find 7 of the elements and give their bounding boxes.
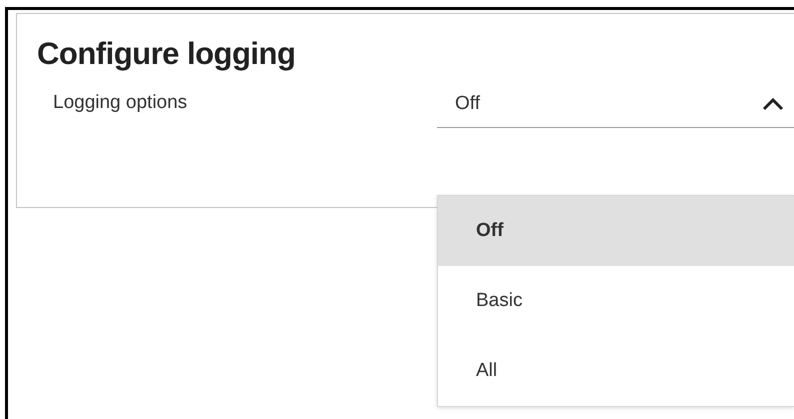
dropdown-option[interactable]: Off [438, 196, 794, 266]
chevron-up-icon [762, 97, 784, 111]
field-label: Logging options [53, 92, 188, 115]
panel-title: Configure logging [37, 36, 296, 72]
dropdown-option[interactable]: Basic [438, 266, 794, 336]
logging-select[interactable]: Off [437, 93, 794, 128]
dropdown-option[interactable]: All [438, 336, 794, 406]
